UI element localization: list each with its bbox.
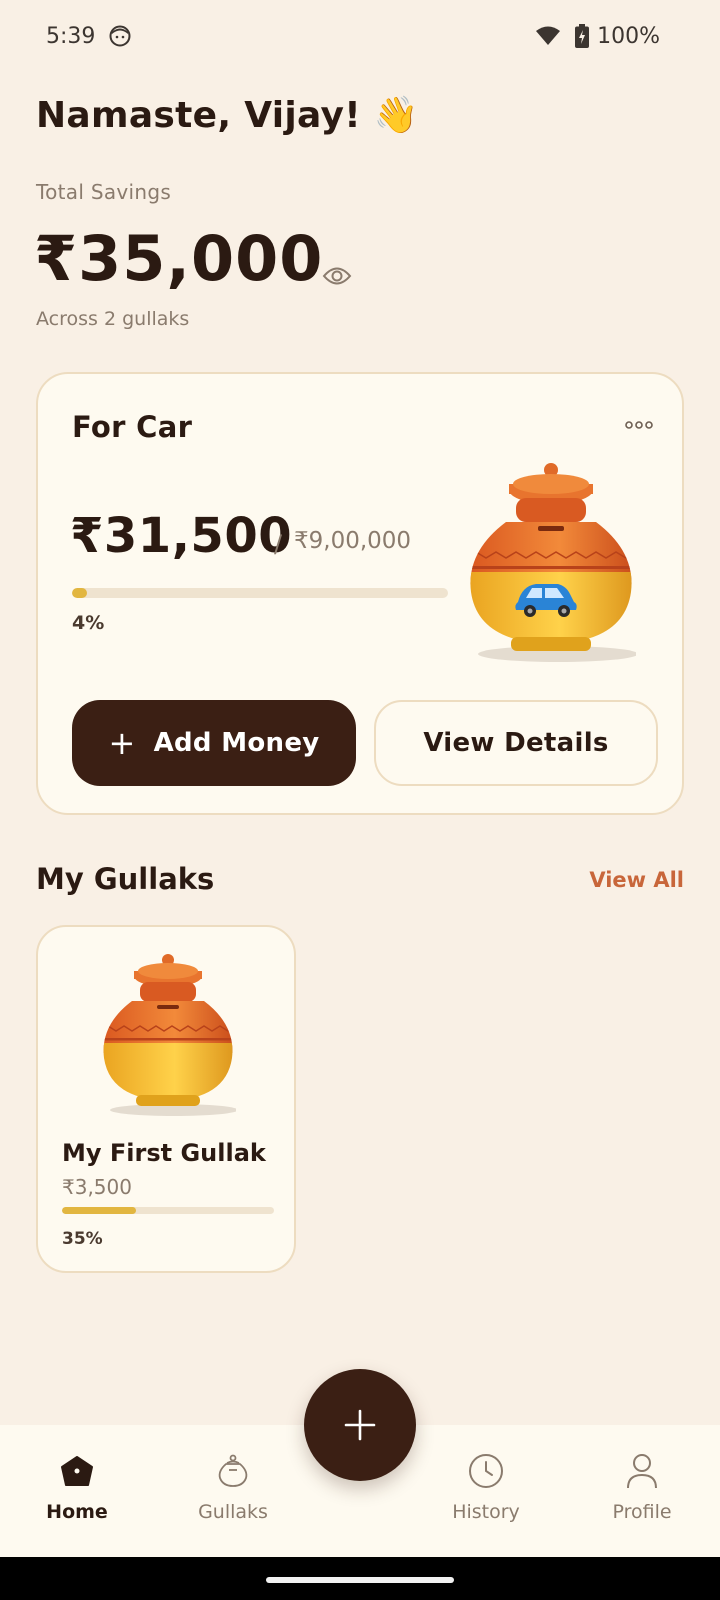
- nav-item-gullaks[interactable]: Gullaks: [173, 1451, 293, 1523]
- wifi-icon: [535, 25, 561, 47]
- section-title-my-gullaks: My Gullaks: [36, 862, 215, 896]
- status-right: 100%: [535, 24, 660, 49]
- gullak-count-text: Across 2 gullaks: [36, 308, 190, 330]
- plus-icon: +: [108, 724, 136, 762]
- status-bar: 5:39 100%: [0, 0, 720, 72]
- goal-card[interactable]: For Car ₹31,500 / ₹9,00,000 4% + Add Mon…: [36, 372, 684, 815]
- gullak-amount: ₹3,500: [62, 1175, 132, 1199]
- nav-item-profile[interactable]: Profile: [582, 1451, 702, 1523]
- goal-progress-fill: [72, 588, 88, 598]
- goal-title: For Car: [72, 410, 193, 444]
- goal-separator: /: [274, 530, 283, 558]
- system-gesture-bar: [0, 1557, 720, 1600]
- gullak-progress-bar: [62, 1207, 274, 1214]
- gullak-pot-image: [466, 462, 638, 672]
- gullak-pot-image: [100, 953, 238, 1123]
- add-money-label: Add Money: [153, 728, 320, 758]
- battery-percent: 100%: [597, 23, 660, 49]
- more-options-icon[interactable]: [624, 418, 654, 432]
- eye-icon[interactable]: [320, 262, 354, 290]
- nav-label-profile: Profile: [612, 1501, 672, 1523]
- nav-label-gullaks: Gullaks: [198, 1501, 268, 1523]
- total-savings-amount: ₹35,000: [34, 222, 324, 295]
- person-icon: [622, 1451, 662, 1491]
- nav-item-home[interactable]: Home: [17, 1451, 137, 1523]
- goal-progress-label: 4%: [72, 612, 105, 634]
- face-notification-icon: [109, 25, 131, 47]
- gullak-card[interactable]: My First Gullak ₹3,500 35%: [36, 925, 296, 1273]
- goal-target-amount: ₹9,00,000: [294, 528, 412, 554]
- greeting: Namaste, Vijay! 👋: [36, 95, 419, 136]
- add-money-button[interactable]: + Add Money: [72, 700, 356, 786]
- nav-item-history[interactable]: History: [426, 1451, 546, 1523]
- status-time: 5:39: [46, 23, 96, 49]
- plus-icon: [344, 1409, 376, 1441]
- home-gesture-pill[interactable]: [266, 1577, 454, 1583]
- gullak-progress-fill: [62, 1207, 137, 1214]
- goal-saved-amount: ₹31,500: [70, 508, 293, 564]
- gullak-name: My First Gullak: [62, 1139, 266, 1167]
- total-savings-label: Total Savings: [36, 180, 172, 204]
- status-left: 5:39: [46, 24, 131, 49]
- nav-label-home: Home: [46, 1501, 108, 1523]
- gullak-icon: [213, 1451, 253, 1491]
- view-all-link[interactable]: View All: [589, 868, 684, 892]
- goal-progress-bar: [72, 588, 448, 598]
- view-details-button[interactable]: View Details: [374, 700, 658, 786]
- add-fab-button[interactable]: [304, 1369, 416, 1481]
- clock-icon: [466, 1451, 506, 1491]
- view-details-label: View Details: [423, 728, 609, 758]
- home-icon: [57, 1451, 97, 1491]
- nav-label-history: History: [452, 1501, 520, 1523]
- gullak-progress-label: 35%: [62, 1229, 103, 1249]
- battery-charging-icon: [575, 24, 590, 48]
